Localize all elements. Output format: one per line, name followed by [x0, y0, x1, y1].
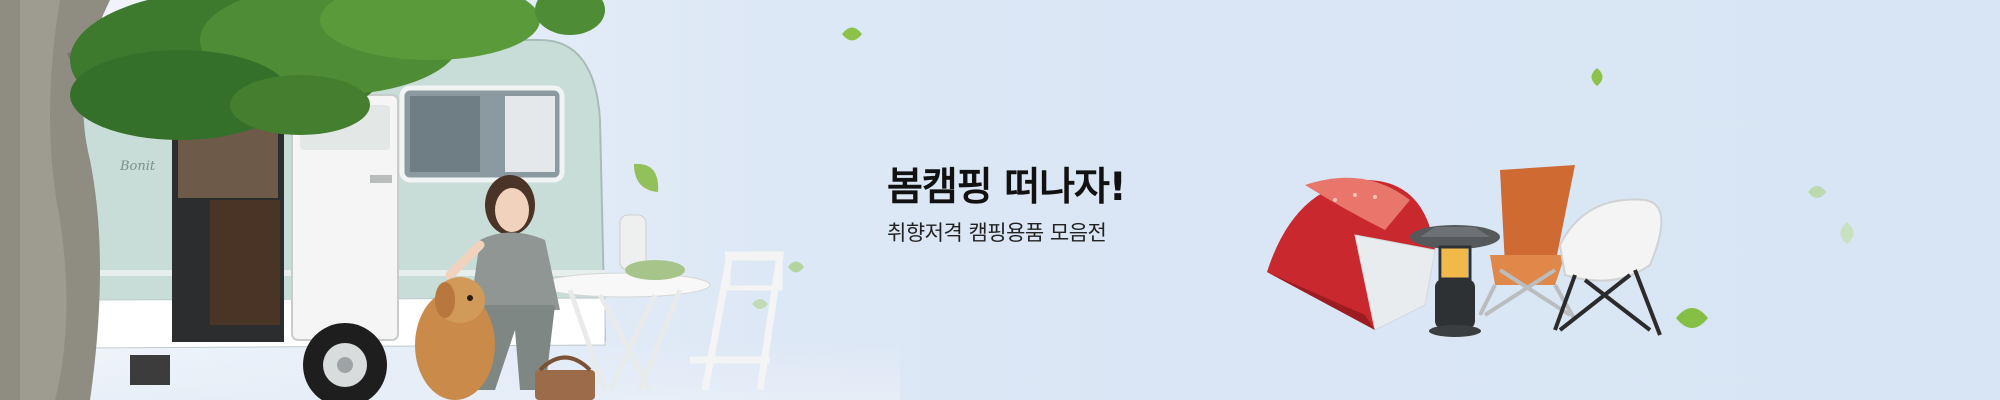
- camper-scene-illustration: Bonit: [0, 0, 785, 400]
- promo-banner[interactable]: Bonit 봄캠핑 떠나자! 취향저격 캠핑용품 모음전: [0, 0, 2000, 400]
- leaf-icon: [634, 163, 659, 192]
- leaf-icon: [1591, 68, 1603, 86]
- leaf-icon: [788, 261, 804, 273]
- leaf-icon: [1840, 222, 1854, 244]
- leaf-icon: [842, 27, 862, 41]
- leaf-icon: [752, 299, 768, 309]
- banner-subline: 취향저격 캠핑용품 모음전: [887, 221, 1107, 245]
- tent-icon[interactable]: [1267, 177, 1436, 331]
- bistro-chair: [690, 251, 785, 391]
- caravan-brand: Bonit: [119, 159, 156, 174]
- product-group[interactable]: [1255, 155, 1725, 345]
- leaf-icon: [1808, 186, 1826, 198]
- banner-headline: 봄캠핑 떠나자!: [887, 165, 1127, 210]
- picnic-basket: [535, 355, 595, 400]
- banner-copy: 봄캠핑 떠나자! 취향저격 캠핑용품 모음전: [887, 163, 1127, 247]
